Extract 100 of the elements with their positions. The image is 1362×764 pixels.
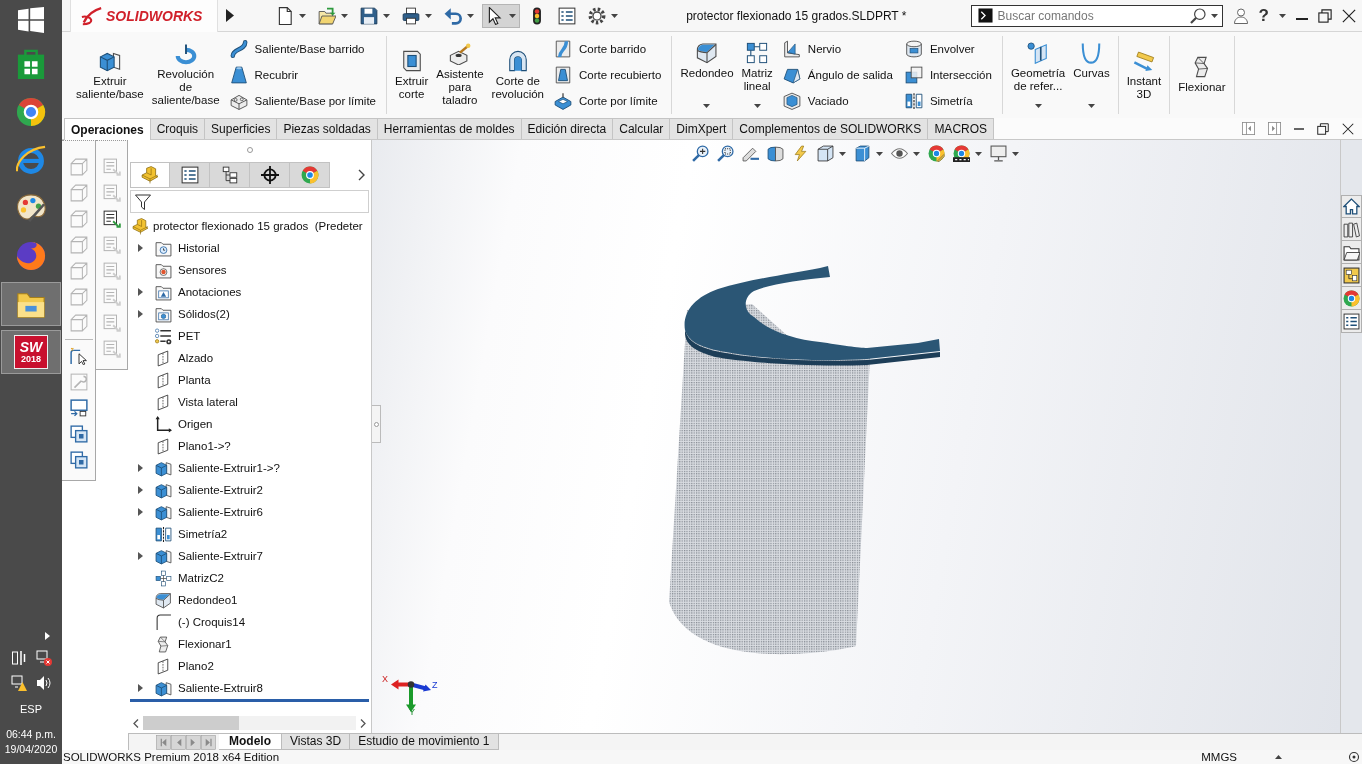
- model-view-tab[interactable]: Estudio de movimiento 1: [350, 734, 499, 750]
- caret-icon[interactable]: [1034, 104, 1042, 108]
- tree-item[interactable]: MatrizC2: [178, 572, 224, 584]
- chevron-right-icon[interactable]: [358, 169, 365, 181]
- ribbon-tab[interactable]: Superficies: [205, 118, 278, 139]
- ribbon-button[interactable]: Corte barrido: [551, 36, 665, 62]
- logo-panel[interactable]: SOLIDWORKS: [70, 0, 218, 32]
- screen-arrow-icon[interactable]: [69, 399, 88, 417]
- tree-item[interactable]: PET: [178, 330, 201, 342]
- ribbon-button[interactable]: Redondeo: [677, 36, 737, 114]
- search-icon[interactable]: [1189, 7, 1206, 24]
- caret-icon[interactable]: [913, 151, 920, 156]
- tree-item[interactable]: Saliente-Extruir8: [178, 682, 263, 694]
- expand-arrow-icon[interactable]: [138, 684, 143, 692]
- ribbon-button[interactable]: Instant 3D: [1123, 36, 1165, 114]
- caret-icon[interactable]: [753, 104, 761, 108]
- zoom-fit-icon[interactable]: [692, 145, 709, 162]
- caret-icon[interactable]: [1087, 104, 1095, 108]
- tree-item[interactable]: Saliente-Extruir7: [178, 550, 263, 562]
- list-icon[interactable]: [1343, 312, 1360, 330]
- ribbon-tab[interactable]: Calcular: [613, 118, 671, 139]
- ribbon-button[interactable]: Matriz lineal: [738, 36, 776, 114]
- ribbon-button[interactable]: Extruir saliente/base: [73, 36, 147, 114]
- caret-icon[interactable]: [1279, 13, 1286, 18]
- home-icon[interactable]: [1343, 198, 1360, 215]
- ribbon-button[interactable]: Corte recubierto: [551, 62, 665, 88]
- expand-arrow-icon[interactable]: [138, 288, 143, 296]
- tree-item[interactable]: Origen: [178, 418, 213, 430]
- expand-arrow-icon[interactable]: [138, 552, 143, 560]
- tree-item[interactable]: Alzado: [178, 352, 214, 364]
- ribbon-button[interactable]: Flexionar: [1175, 36, 1229, 114]
- tree-item[interactable]: Flexionar1: [178, 638, 232, 650]
- expand-arrow-icon[interactable]: [138, 310, 143, 318]
- color-ball-icon[interactable]: [1343, 289, 1360, 307]
- caret-icon[interactable]: [1012, 151, 1019, 156]
- caret-icon[interactable]: [975, 151, 982, 156]
- shaded-box-icon[interactable]: [854, 145, 871, 162]
- sketch-cursor-icon[interactable]: [69, 347, 88, 365]
- ribbon-tab[interactable]: Piezas soldadas: [277, 118, 378, 139]
- ribbon-button[interactable]: Vaciado: [779, 88, 896, 114]
- expand-arrow-icon[interactable]: [138, 464, 143, 472]
- ribbon-tab[interactable]: Croquis: [150, 118, 206, 139]
- split-left-icon[interactable]: [1242, 122, 1255, 135]
- tree-item[interactable]: Vista lateral: [178, 396, 238, 408]
- monitor-icon[interactable]: [990, 145, 1007, 162]
- caret-icon[interactable]: [467, 13, 474, 18]
- ribbon-tab[interactable]: Herramientas de moldes: [377, 118, 522, 139]
- ribbon-tab[interactable]: MACROS: [928, 118, 995, 139]
- tree-item[interactable]: Sensores: [178, 264, 227, 276]
- zoom-area-icon[interactable]: [717, 145, 734, 162]
- triangle-right-icon[interactable]: [226, 9, 234, 22]
- power-plug-icon[interactable]: [10, 649, 27, 666]
- stacked-windows-icon[interactable]: [69, 425, 88, 443]
- caret-icon[interactable]: [1210, 13, 1218, 18]
- ribbon-button[interactable]: Simetría: [901, 88, 995, 114]
- page-arrow-icon[interactable]: [102, 210, 121, 228]
- chevron-left-icon[interactable]: [133, 718, 139, 728]
- ribbon-button[interactable]: Ángulo de salida: [779, 62, 896, 88]
- ribbon-tab[interactable]: Edición directa: [521, 118, 614, 139]
- tree-item[interactable]: (-) Croquis14: [178, 616, 246, 628]
- toolbar-button[interactable]: [482, 3, 520, 28]
- ribbon-button[interactable]: Intersección: [901, 62, 995, 88]
- speaker-icon[interactable]: [35, 674, 52, 691]
- filter-field[interactable]: [130, 190, 369, 213]
- chevron-right-icon[interactable]: [360, 718, 366, 728]
- ribbon-button[interactable]: Saliente/Base por límite: [226, 88, 379, 114]
- caret-icon[interactable]: [611, 13, 618, 18]
- tree-item[interactable]: Simetría2: [178, 528, 228, 540]
- cube-outline-icon[interactable]: [817, 145, 834, 162]
- ribbon-button[interactable]: Recubrir: [226, 62, 379, 88]
- ribbon-tab[interactable]: Complementos de SOLIDWORKS: [733, 118, 929, 139]
- tree-item[interactable]: Planta: [178, 374, 211, 386]
- ribbon-button[interactable]: Envolver: [901, 36, 995, 62]
- close-icon[interactable]: [1342, 122, 1354, 135]
- tree-item[interactable]: Plano2: [178, 660, 214, 672]
- minimize-icon[interactable]: [1296, 17, 1308, 20]
- ribbon-button[interactable]: Corte de revolución: [488, 36, 547, 114]
- caret-icon[interactable]: [839, 151, 846, 156]
- tree-item[interactable]: Anotaciones: [178, 286, 242, 298]
- units-indicator[interactable]: MMGS: [1201, 750, 1237, 764]
- monitor-error-icon[interactable]: [35, 649, 52, 666]
- scrollbar-thumb[interactable]: [143, 716, 239, 730]
- eye-icon[interactable]: [891, 145, 908, 162]
- ribbon-button[interactable]: Geometría de refer...: [1007, 36, 1069, 114]
- close-icon[interactable]: [1342, 8, 1356, 23]
- tree-item[interactable]: Saliente-Extruir2: [178, 484, 263, 496]
- expand-arrow-icon[interactable]: [138, 486, 143, 494]
- model-view-tab[interactable]: Modelo: [219, 734, 282, 750]
- clock-date[interactable]: 19/04/2020: [4, 742, 58, 757]
- ribbon-tab[interactable]: DimXpert: [670, 118, 734, 139]
- folder-icon[interactable]: [1343, 243, 1360, 261]
- restore-icon[interactable]: [1318, 8, 1332, 23]
- ribbon-button[interactable]: Asistente para taladro: [433, 36, 487, 114]
- caret-icon[interactable]: [425, 13, 432, 18]
- split-right-icon[interactable]: [1268, 122, 1281, 135]
- ribbon-button[interactable]: Revolución de saliente/base: [148, 36, 223, 114]
- scrollbar-track[interactable]: [143, 716, 356, 730]
- ribbon-button[interactable]: Nervio: [779, 36, 896, 62]
- help-button[interactable]: ?: [1258, 5, 1269, 26]
- tree-item[interactable]: Historial: [178, 242, 220, 254]
